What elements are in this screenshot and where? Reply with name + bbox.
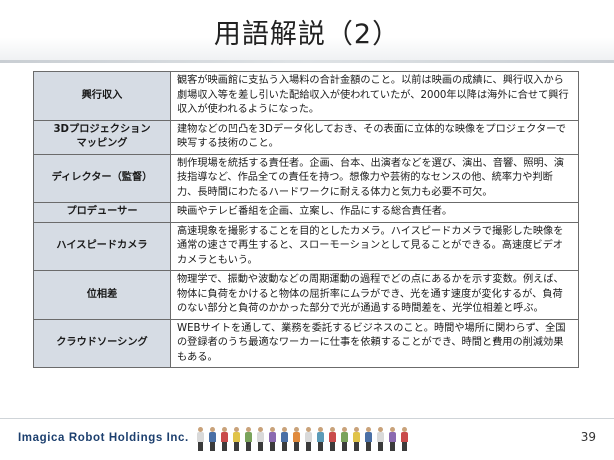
page-title: 用語解説（2） [213,19,401,50]
person-figure-icon [220,427,229,451]
definition-cell: 映画やテレビ番組を企画、立案し、作品にする総合責任者。 [170,202,579,223]
person-figure-icon [388,427,397,451]
person-figure-icon [304,427,313,451]
person-figure-icon [292,427,301,451]
term-cell: クラウドソーシング [33,318,171,368]
person-figure-icon [244,427,253,451]
person-figure-icon [280,427,289,451]
term-cell: プロデューサー [33,202,171,223]
person-figure-icon [364,427,373,451]
glossary-table: 興行収入 観客が映画館に支払う入場料の合計金額のこと。以前は映画の成績に、興行収… [33,71,579,368]
person-figure-icon [376,427,385,451]
people-illustration [196,425,409,451]
person-figure-icon [328,427,337,451]
person-figure-icon [316,427,325,451]
page-number: 39 [580,430,596,444]
title-divider [0,60,614,63]
table-row: プロデューサー 映画やテレビ番組を企画、立案し、作品にする総合責任者。 [33,202,579,223]
footer-divider [0,418,614,419]
definition-cell: 制作現場を統括する責任者。企画、台本、出演者などを選び、演出、音響、照明、演技指… [170,153,579,203]
person-figure-icon [232,427,241,451]
person-figure-icon [208,427,217,451]
person-figure-icon [400,427,409,451]
term-cell: ディレクター（監督） [33,153,171,203]
table-row: 3Dプロジェクション マッピング 建物などの凹凸を3Dデータ化しておき、その表面… [33,119,579,155]
person-figure-icon [268,427,277,451]
term-cell: ハイスピードカメラ [33,221,171,271]
term-cell: 3Dプロジェクション マッピング [33,119,171,155]
definition-cell: 建物などの凹凸を3Dデータ化しておき、その表面に立体的な映像をプロジェクターで映… [170,119,579,155]
definition-cell: 物理学で、振動や波動などの周期運動の過程でどの点にあるかを示す変数。例えば、物体… [170,270,579,320]
person-figure-icon [196,427,205,451]
table-row: 位相差 物理学で、振動や波動などの周期運動の過程でどの点にあるかを示す変数。例え… [33,270,579,320]
definition-cell: 高速現象を撮影することを目的としたカメラ。ハイスピードカメラで撮影した映像を通常… [170,221,579,271]
definition-cell: 観客が映画館に支払う入場料の合計金額のこと。以前は映画の成績に、興行収入から劇場… [170,71,579,121]
table-row: クラウドソーシング WEBサイトを通して、業務を委託するビジネスのこと。時間や場… [33,318,579,368]
table-row: ハイスピードカメラ 高速現象を撮影することを目的としたカメラ。ハイスピードカメラ… [33,221,579,271]
company-logo-text: Imagica Robot Holdings Inc. [18,432,189,444]
term-cell: 位相差 [33,270,171,320]
table-row: ディレクター（監督） 制作現場を統括する責任者。企画、台本、出演者などを選び、演… [33,153,579,203]
definition-cell: WEBサイトを通して、業務を委託するビジネスのこと。時間や場所に関わらず、全国の… [170,318,579,368]
term-cell: 興行収入 [33,71,171,121]
table-row: 興行収入 観客が映画館に支払う入場料の合計金額のこと。以前は映画の成績に、興行収… [33,71,579,121]
person-figure-icon [352,427,361,451]
person-figure-icon [256,427,265,451]
person-figure-icon [340,427,349,451]
